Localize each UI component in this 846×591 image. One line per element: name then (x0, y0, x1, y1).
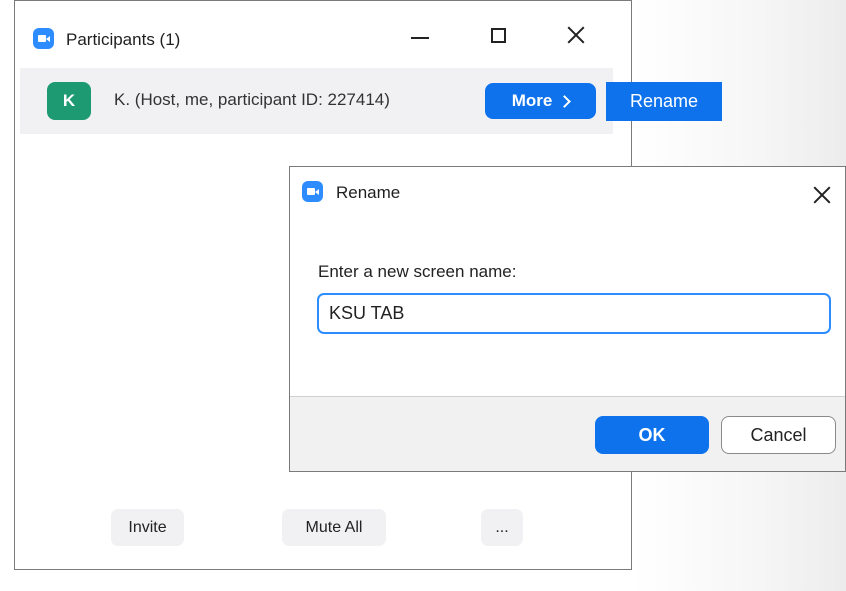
close-window-button[interactable] (553, 15, 599, 55)
zoom-app-icon (302, 181, 323, 202)
close-dialog-button[interactable] (805, 181, 839, 209)
chevron-right-icon (558, 94, 572, 108)
more-options-button[interactable]: ... (481, 509, 523, 546)
participants-window-title: Participants (1) (66, 30, 181, 49)
close-icon (813, 186, 831, 204)
minimize-button[interactable] (397, 15, 443, 55)
rename-dialog-title: Rename (336, 183, 401, 202)
mute-all-button[interactable]: Mute All (282, 509, 386, 546)
participant-name: K. (Host, me, participant ID: 227414) (114, 90, 390, 109)
close-icon (567, 26, 585, 44)
participants-titlebar: Participants (1) (15, 1, 631, 69)
maximize-button[interactable] (475, 15, 521, 55)
ok-button[interactable]: OK (595, 416, 709, 454)
screen-name-prompt: Enter a new screen name: (318, 262, 517, 281)
rename-dialog: Rename Enter a new screen name: OK Cance… (289, 166, 846, 472)
dialog-footer: OK Cancel (290, 396, 845, 471)
more-button[interactable]: More (485, 83, 596, 119)
participant-row[interactable]: K K. (Host, me, participant ID: 227414) … (20, 68, 613, 134)
maximize-icon (490, 27, 506, 43)
screen-name-input[interactable] (317, 293, 831, 334)
invite-button[interactable]: Invite (111, 509, 184, 546)
avatar: K (47, 82, 91, 120)
minimize-icon (411, 37, 429, 39)
cancel-button[interactable]: Cancel (721, 416, 836, 454)
zoom-app-icon (33, 28, 54, 49)
rename-menu-item[interactable]: Rename (606, 82, 722, 121)
more-button-label: More (511, 91, 553, 110)
